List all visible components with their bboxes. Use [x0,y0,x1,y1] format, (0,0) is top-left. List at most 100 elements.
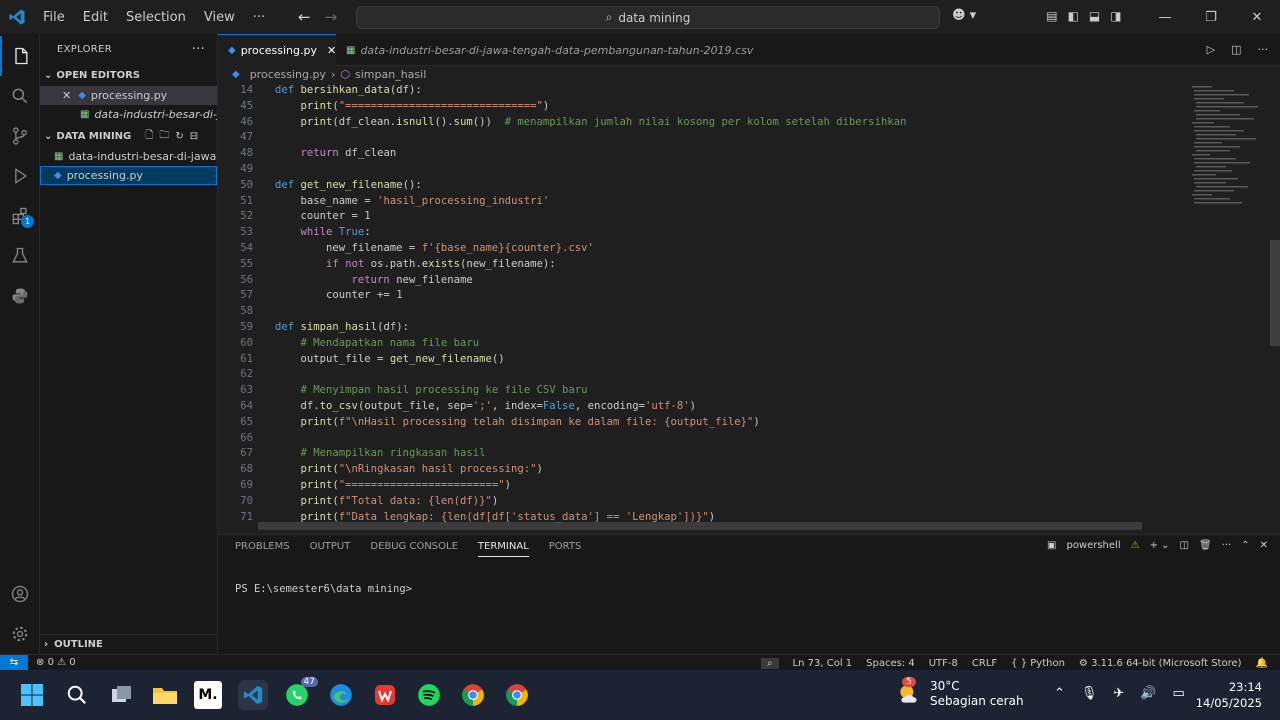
copilot-icon[interactable]: ☻ ▾ [952,8,976,23]
code-line[interactable]: 47 [218,129,1188,145]
clock[interactable]: 23:14 14/05/2025 [1196,679,1262,711]
code-line[interactable]: 69 print("========================") [218,477,1188,493]
tab-csv-file[interactable]: ▦ data-industri-besar-di-jawa-tengah-dat… [336,34,763,66]
network-icon[interactable]: ✈ [1113,686,1124,701]
toggle-sidebar-icon[interactable]: ◧ [1068,9,1079,23]
minimize-button[interactable]: — [1142,0,1188,34]
new-folder-icon[interactable]: 🗀 [159,128,169,145]
layout-customize-icon[interactable]: ▤ [1046,9,1057,23]
close-panel-icon[interactable]: ✕ [1260,540,1268,551]
terminal-output[interactable]: PS E:\semester6\data mining> [235,583,412,595]
file-item-selected[interactable]: ◆ processing.py [40,166,217,185]
edge-browser-icon[interactable] [326,680,356,710]
code-line[interactable]: 55 if not os.path.exists(new_filename): [218,256,1188,272]
problems-status[interactable]: ⊗ 0 ⚠ 0 [36,657,76,668]
tab-processing-py[interactable]: ◆ processing.py ✕ [218,34,336,66]
panel-more-icon[interactable]: ··· [1222,540,1232,551]
back-arrow-icon[interactable]: ← [298,8,311,26]
collapse-all-icon[interactable]: ⊟ [190,131,198,142]
close-icon[interactable]: ✕ [62,89,71,102]
open-editors-header[interactable]: ⌄ OPEN EDITORS [40,64,217,86]
code-line[interactable]: 58 [218,303,1188,319]
account-icon[interactable] [0,574,40,614]
indentation[interactable]: Spaces: 4 [866,658,915,669]
editor-more-icon[interactable]: ··· [1258,43,1269,56]
toggle-secondary-sidebar-icon[interactable]: ◨ [1110,9,1121,23]
menu-edit[interactable]: Edit [74,10,117,25]
chrome-profile-icon[interactable] [458,680,488,710]
code-line[interactable]: 59 def simpan_hasil(df): [218,319,1188,335]
menu-selection[interactable]: Selection [117,10,195,25]
menu-view[interactable]: View [195,10,244,25]
remote-icon[interactable]: ⇆ [0,654,28,671]
code-line[interactable]: 61 output_file = get_new_filename() [218,351,1188,367]
code-line[interactable]: 70 print(f"Total data: {len(df)}") [218,493,1188,509]
code-line[interactable]: 50 def get_new_filename(): [218,177,1188,193]
code-line[interactable]: 65 print(f"\nHasil processing telah disi… [218,414,1188,430]
menu-file[interactable]: File [34,10,74,25]
close-window-button[interactable]: ✕ [1234,0,1280,34]
code-line[interactable]: 62 [218,366,1188,382]
file-explorer-icon[interactable] [150,680,180,710]
code-line[interactable]: 53 while True: [218,224,1188,240]
vertical-scrollbar[interactable] [1270,240,1280,346]
tab-ports[interactable]: PORTS [549,541,582,557]
code-line[interactable]: 14 def bersihkan_data(df): [218,82,1188,98]
volume-icon[interactable]: 🔊 [1140,686,1156,701]
split-terminal-icon[interactable]: ◫ [1180,540,1189,551]
code-line[interactable]: 56 return new_filename [218,272,1188,288]
code-line[interactable]: 48 return df_clean [218,145,1188,161]
refresh-icon[interactable]: ↻ [175,131,183,142]
code-line[interactable]: 60 # Mendapatkan nama file baru [218,335,1188,351]
battery-icon[interactable]: ▭ [1173,686,1185,701]
python-icon[interactable] [0,276,40,316]
horizontal-scrollbar[interactable] [258,522,1142,530]
m-app-icon[interactable]: M. [194,681,222,709]
run-python-icon[interactable]: ▷ [1207,43,1215,56]
testing-flask-icon[interactable] [0,236,40,276]
chevron-up-icon[interactable]: ⌃ [1054,686,1065,701]
split-editor-icon[interactable]: ◫ [1231,43,1241,56]
chrome-browser-icon[interactable] [502,680,532,710]
new-file-icon[interactable]: 🗋 [145,128,153,145]
zoom-icon[interactable]: ⌕ [760,657,779,669]
explorer-files-icon[interactable] [0,36,40,76]
tab-output[interactable]: OUTPUT [310,541,351,557]
code-line[interactable]: 63 # Menyimpan hasil processing ke file … [218,382,1188,398]
end-of-line[interactable]: CRLF [972,658,997,669]
command-center-search[interactable]: ⌕ data mining [356,6,940,29]
explorer-more-icon[interactable]: ··· [192,42,205,57]
tab-debug-console[interactable]: DEBUG CONSOLE [370,541,458,557]
close-icon[interactable]: ✕ [327,44,336,57]
open-editor-item[interactable]: ✕ ◆ processing.py [40,86,217,105]
breadcrumb-file[interactable]: processing.py [250,68,326,81]
restore-button[interactable]: ❐ [1188,0,1234,34]
search-icon[interactable] [0,76,40,116]
spotify-icon[interactable] [414,680,444,710]
run-debug-icon[interactable] [0,156,40,196]
tab-terminal[interactable]: TERMINAL [477,541,529,557]
trash-icon[interactable]: 🗑 [1199,540,1212,551]
windows-start-icon[interactable] [17,680,47,710]
notifications-bell-icon[interactable]: 🔔 [1256,658,1268,669]
code-line[interactable]: 68 print("\nRingkasan hasil processing:"… [218,461,1188,477]
weather-widget[interactable]: 5 30°C Sebagian cerah [896,677,1024,709]
code-line[interactable]: 51 base_name = 'hasil_processing_industr… [218,193,1188,209]
open-editor-item[interactable]: ▦ data-industri-besar-di-ja... [40,105,217,124]
breadcrumb-symbol[interactable]: simpan_hasil [355,68,426,81]
microphone-icon[interactable]: 🎙 [1081,686,1098,701]
cursor-position[interactable]: Ln 73, Col 1 [793,658,853,669]
code-line[interactable]: 66 [218,430,1188,446]
folder-header[interactable]: ⌄ DATA MINING 🗋 🗀 ↻ ⊟ [40,125,217,147]
language-mode[interactable]: { } Python [1011,658,1065,669]
search-icon[interactable] [62,680,92,710]
code-line[interactable]: 67 # Menampilkan ringkasan hasil [218,445,1188,461]
code-line[interactable]: 54 new_filename = f'{base_name}{counter}… [218,240,1188,256]
file-encoding[interactable]: UTF-8 [929,658,958,669]
code-line[interactable]: 64 df.to_csv(output_file, sep=';', index… [218,398,1188,414]
extensions-icon[interactable]: 1 [0,196,40,236]
task-view-icon[interactable] [107,680,137,710]
shell-name[interactable]: powershell [1066,540,1120,551]
code-line[interactable]: 57 counter += 1 [218,287,1188,303]
menu-more-button[interactable]: ··· [244,10,274,25]
